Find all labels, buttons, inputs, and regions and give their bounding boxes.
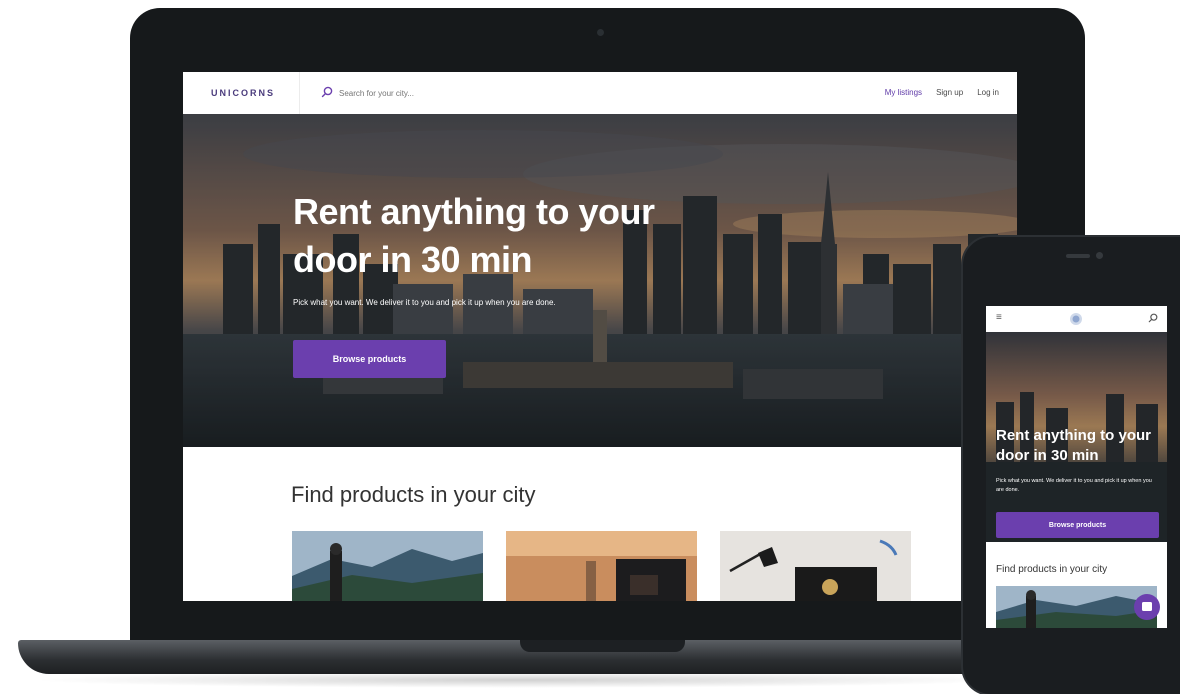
- mobile-screen: ≡ Rent anything to your door in 30 min P…: [986, 306, 1167, 628]
- nav-divider: [299, 72, 300, 114]
- logo[interactable]: UNICORNS: [211, 88, 275, 98]
- mobile-product-image: [996, 586, 1157, 628]
- nav-my-listings[interactable]: My listings: [885, 88, 922, 97]
- search-icon[interactable]: [1148, 313, 1158, 323]
- mobile-products-title: Find products in your city: [996, 564, 1108, 575]
- product-card-camera[interactable]: [506, 531, 697, 601]
- chat-button[interactable]: [1134, 594, 1160, 620]
- hero-subtitle: Pick what you want. We deliver it to you…: [293, 298, 556, 307]
- laptop-camera: [597, 29, 604, 36]
- desktop-screen: UNICORNS My listings Sign up Log in: [183, 72, 1017, 601]
- mobile-product-card[interactable]: [996, 586, 1157, 628]
- nav-log-in[interactable]: Log in: [977, 88, 999, 97]
- hamburger-menu-icon[interactable]: ≡: [996, 312, 1002, 323]
- phone-camera: [1096, 252, 1103, 259]
- hero-banner: Rent anything to your door in 30 min Pic…: [183, 114, 1017, 447]
- product-card-outdoor[interactable]: [292, 531, 483, 601]
- products-section-title: Find products in your city: [291, 482, 536, 507]
- mobile-top-nav: ≡: [986, 306, 1167, 333]
- product-card-lamp[interactable]: [720, 531, 911, 601]
- product-image-lamp: [720, 531, 911, 601]
- laptop-shadow: [30, 672, 1010, 688]
- browse-products-button[interactable]: Browse products: [293, 340, 446, 378]
- top-nav: UNICORNS My listings Sign up Log in: [183, 72, 1017, 115]
- mobile-browse-products-button[interactable]: Browse products: [996, 512, 1159, 538]
- chat-icon: [1142, 602, 1152, 611]
- mobile-hero-title: Rent anything to your door in 30 min: [996, 427, 1151, 464]
- nav-sign-up[interactable]: Sign up: [936, 88, 963, 97]
- mobile-hero-subtitle: Pick what you want. We deliver it to you…: [996, 478, 1152, 493]
- hero-title: Rent anything to your door in 30 min: [293, 191, 655, 280]
- laptop-notch: [520, 640, 685, 652]
- logo-icon[interactable]: [1068, 311, 1084, 327]
- product-image-camera: [506, 531, 697, 601]
- mobile-hero: Rent anything to your door in 30 min Pic…: [986, 332, 1167, 542]
- search-icon: [321, 86, 333, 98]
- search-input[interactable]: [339, 85, 539, 101]
- phone-speaker: [1066, 254, 1090, 258]
- nav-links: My listings Sign up Log in: [885, 88, 999, 97]
- laptop-base: [18, 640, 1018, 674]
- product-image-mountain: [292, 531, 483, 601]
